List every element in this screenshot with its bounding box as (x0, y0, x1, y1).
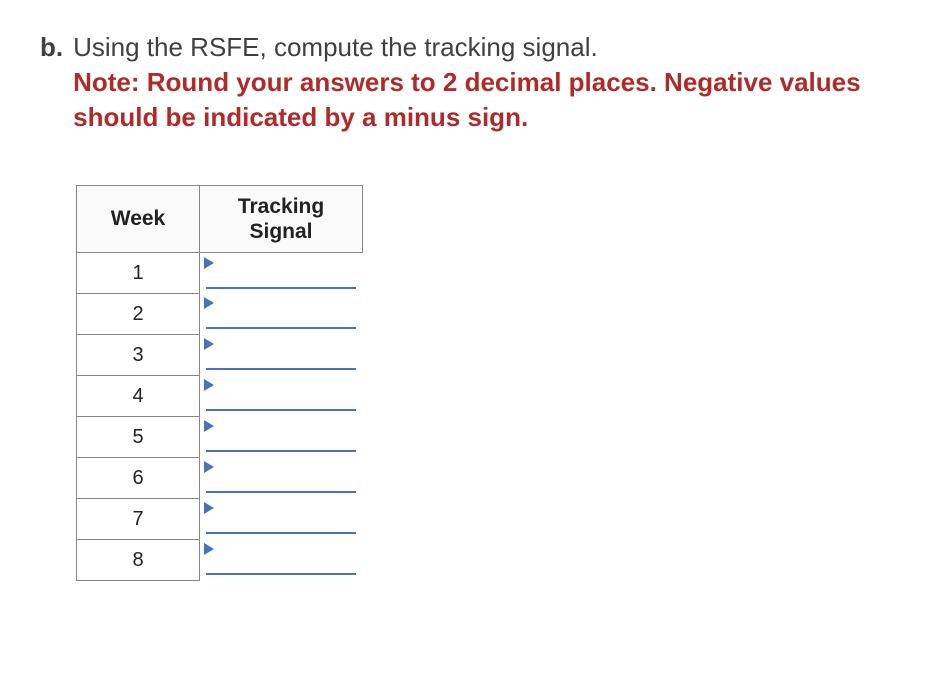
input-marker-icon (204, 461, 214, 473)
week-cell: 6 (77, 458, 200, 499)
header-week: Week (77, 186, 200, 253)
answer-table-area: Week Tracking Signal 1 2 (76, 185, 895, 581)
table-row: 4 (77, 376, 363, 417)
table-row: 5 (77, 417, 363, 458)
week-cell: 2 (77, 294, 200, 335)
table-row: 1 (77, 253, 363, 294)
input-marker-icon (204, 379, 214, 391)
week-cell: 1 (77, 253, 200, 294)
input-marker-icon (204, 297, 214, 309)
input-marker-icon (204, 257, 214, 269)
week-cell: 5 (77, 417, 200, 458)
table-row: 8 (77, 540, 363, 581)
question-note: Note: Round your answers to 2 decimal pl… (73, 67, 860, 132)
table-row: 3 (77, 335, 363, 376)
input-marker-icon (204, 543, 214, 555)
week-cell: 8 (77, 540, 200, 581)
tracking-signal-input[interactable] (206, 504, 356, 534)
tracking-signal-input[interactable] (206, 299, 356, 329)
week-cell: 7 (77, 499, 200, 540)
header-tracking-line2: Signal (249, 220, 312, 243)
tracking-signal-input[interactable] (206, 381, 356, 411)
header-tracking-signal: Tracking Signal (200, 186, 363, 253)
tracking-signal-input[interactable] (206, 545, 356, 575)
input-marker-icon (204, 502, 214, 514)
input-marker-icon (204, 420, 214, 432)
tracking-signal-input[interactable] (206, 463, 356, 493)
week-cell: 3 (77, 335, 200, 376)
question-block: b. Using the RSFE, compute the tracking … (40, 30, 895, 135)
question-number: b. (40, 30, 63, 65)
table-row: 6 (77, 458, 363, 499)
table-row: 7 (77, 499, 363, 540)
header-tracking-line1: Tracking (238, 195, 324, 218)
tracking-signal-table: Week Tracking Signal 1 2 (76, 185, 363, 581)
tracking-signal-input[interactable] (206, 422, 356, 452)
tracking-signal-input[interactable] (206, 340, 356, 370)
question-text: Using the RSFE, compute the tracking sig… (73, 32, 598, 62)
week-cell: 4 (77, 376, 200, 417)
input-marker-icon (204, 338, 214, 350)
tracking-signal-input[interactable] (206, 259, 356, 289)
table-row: 2 (77, 294, 363, 335)
